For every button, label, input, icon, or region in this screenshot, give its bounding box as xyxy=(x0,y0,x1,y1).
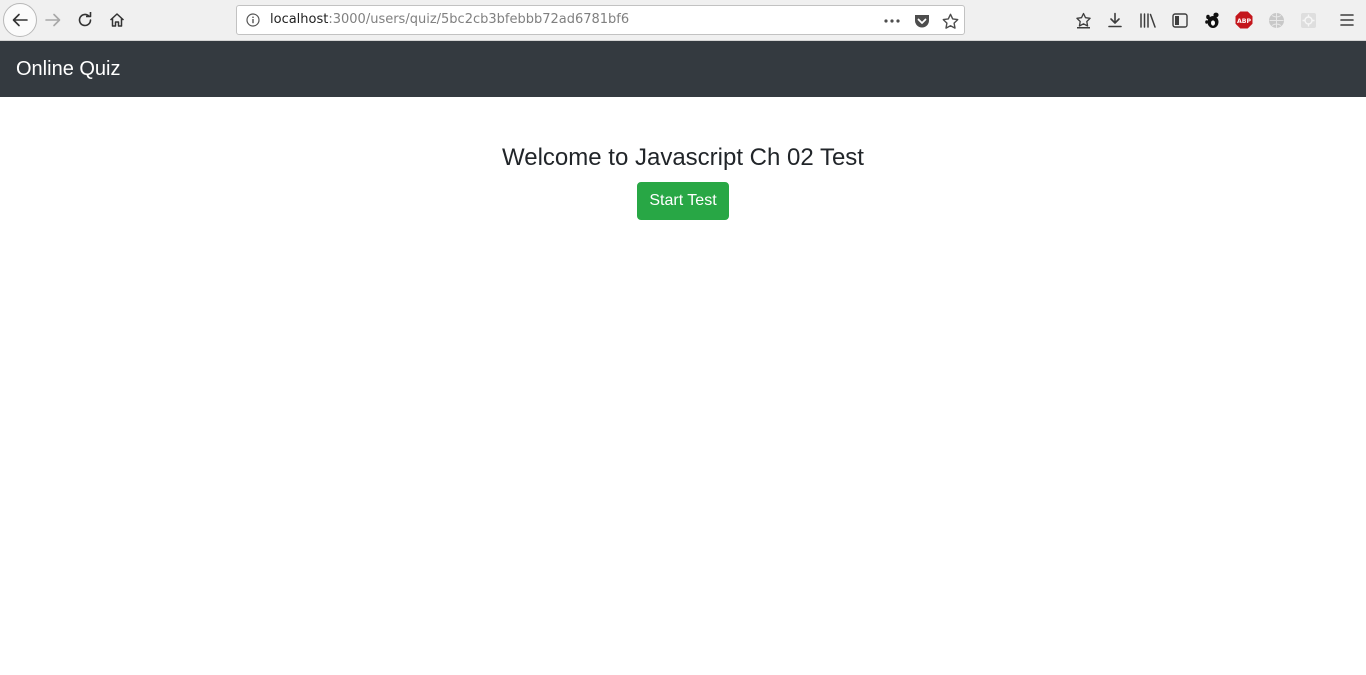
reload-icon xyxy=(78,12,92,27)
back-button[interactable] xyxy=(3,3,37,37)
menu-icon[interactable] xyxy=(1338,11,1356,29)
url-text[interactable]: localhost:3000/users/quiz/5bc2cb3bfebbb7… xyxy=(270,12,629,28)
url-host: localhost xyxy=(270,12,329,27)
home-button[interactable] xyxy=(101,4,133,36)
back-icon xyxy=(12,13,28,27)
forward-icon xyxy=(45,13,61,27)
download-icon[interactable] xyxy=(1106,11,1124,29)
browser-toolbar: localhost:3000/users/quiz/5bc2cb3bfebbb7… xyxy=(0,0,1366,41)
extension-icon[interactable] xyxy=(1299,11,1317,29)
forward-button[interactable] xyxy=(37,4,69,36)
reload-button[interactable] xyxy=(69,4,101,36)
sidebar-icon[interactable] xyxy=(1171,11,1189,29)
library-icon[interactable] xyxy=(1139,11,1157,29)
star-icon[interactable] xyxy=(941,12,959,30)
bookmarks-icon[interactable] xyxy=(1074,11,1092,29)
gnome-icon[interactable] xyxy=(1203,11,1221,29)
url-path: :3000/users/quiz/5bc2cb3bfebbb72ad6781bf… xyxy=(328,12,630,27)
adblock-label: ABP xyxy=(1237,18,1252,25)
address-bar[interactable]: localhost:3000/users/quiz/5bc2cb3bfebbb7… xyxy=(236,5,965,35)
globe-icon[interactable] xyxy=(1267,11,1285,29)
navbar-brand[interactable]: Online Quiz xyxy=(16,56,121,82)
pocket-icon[interactable] xyxy=(913,12,931,30)
navbar: Online Quiz xyxy=(0,41,1366,97)
info-icon[interactable] xyxy=(246,13,260,27)
welcome-heading: Welcome to Javascript Ch 02 Test xyxy=(502,144,864,171)
start-test-button[interactable]: Start Test xyxy=(637,182,729,220)
main-content: Welcome to Javascript Ch 02 Test Start T… xyxy=(0,97,1366,675)
adblock-icon[interactable]: ABP xyxy=(1235,11,1253,29)
more-icon[interactable] xyxy=(883,12,901,30)
home-icon xyxy=(109,13,125,27)
